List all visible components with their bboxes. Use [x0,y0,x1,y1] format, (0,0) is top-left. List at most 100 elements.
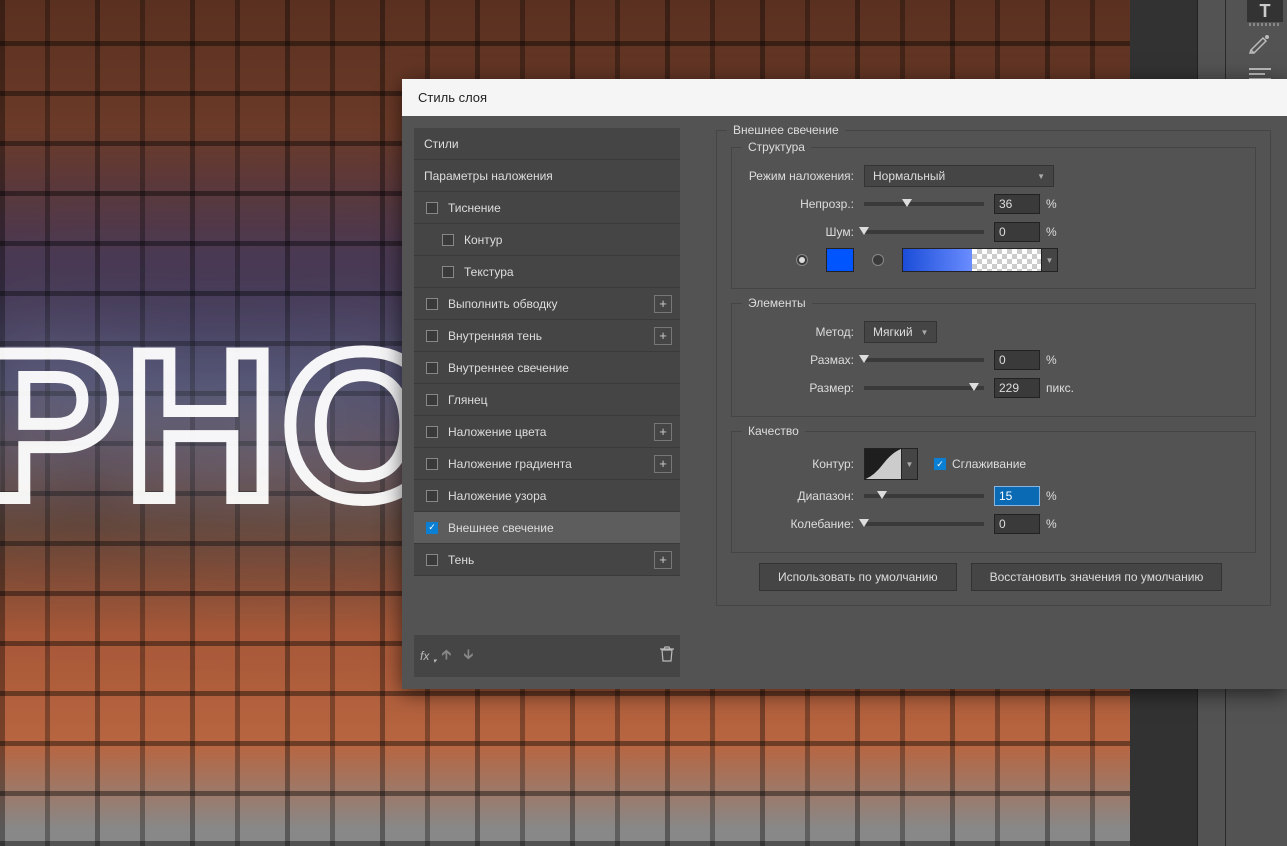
layer-style-dialog: Стиль слоя Стили Параметры наложения Тис… [402,79,1287,689]
effect-satin[interactable]: Глянец [414,384,680,416]
add-stroke-icon[interactable]: + [654,295,672,313]
spread-input[interactable] [994,350,1040,370]
effects-sidebar: Стили Параметры наложения Тиснение Конту… [402,116,692,689]
technique-label: Метод: [744,325,864,339]
type-tool-icon[interactable]: T [1247,0,1283,22]
noise-input[interactable] [994,222,1040,242]
effect-drop-shadow[interactable]: Тень + [414,544,680,576]
satin-label: Глянец [448,393,488,407]
add-dropshadow-icon[interactable]: + [654,551,672,569]
antialias-checkbox[interactable] [934,458,946,470]
delete-effect-icon[interactable] [660,646,674,667]
blendopts-label: Параметры наложения [424,169,553,183]
structure-title: Структура [742,140,811,154]
blending-options[interactable]: Параметры наложения [414,160,680,192]
add-innershadow-icon[interactable]: + [654,327,672,345]
checkbox-icon[interactable] [426,330,438,342]
size-slider[interactable] [864,386,984,390]
checkbox-icon[interactable] [442,234,454,246]
styles-header[interactable]: Стили [414,128,680,160]
checkbox-icon[interactable] [426,202,438,214]
effect-bevel[interactable]: Тиснение [414,192,680,224]
pct-label: % [1046,353,1057,367]
size-label: Размер: [744,381,864,395]
move-up-icon[interactable]: 🡱 [441,644,451,668]
glow-color-swatch[interactable] [826,248,854,272]
quality-title: Качество [742,424,805,438]
effects-footer: fx 🡱 🡳 [414,635,680,677]
contour-picker[interactable] [864,448,902,480]
make-default-button[interactable]: Использовать по умолчанию [759,563,957,591]
chevron-down-icon: ▼ [1037,172,1045,181]
antialias-label: Сглаживание [952,457,1026,471]
opacity-input[interactable] [994,194,1040,214]
jitter-input[interactable] [994,514,1040,534]
technique-dropdown[interactable]: Мягкий ▼ [864,321,937,343]
move-down-icon[interactable]: 🡳 [463,644,473,668]
innerglow-label: Внутреннее свечение [448,361,569,375]
patternoverlay-label: Наложение узора [448,489,546,503]
spread-slider[interactable] [864,358,984,362]
checkbox-icon[interactable] [426,458,438,470]
range-label: Диапазон: [744,489,864,503]
size-input[interactable] [994,378,1040,398]
px-label: пикс. [1046,381,1074,395]
noise-label: Шум: [744,225,864,239]
checkbox-icon[interactable] [426,362,438,374]
effect-inner-shadow[interactable]: Внутренняя тень+ [414,320,680,352]
reset-default-button[interactable]: Восстановить значения по умолчанию [971,563,1223,591]
gradoverlay-label: Наложение градиента [448,457,572,471]
checkbox-icon[interactable] [426,394,438,406]
opacity-label: Непрозр.: [744,197,864,211]
chevron-down-icon: ▼ [921,328,929,337]
checkbox-icon[interactable] [426,490,438,502]
noise-slider[interactable] [864,230,984,234]
add-coloroverlay-icon[interactable]: + [654,423,672,441]
checkbox-icon[interactable] [442,266,454,278]
effect-pattern-overlay[interactable]: Наложение узора [414,480,680,512]
checkbox-icon[interactable] [426,298,438,310]
gradient-dropdown[interactable]: ▼ [1042,248,1058,272]
add-gradoverlay-icon[interactable]: + [654,455,672,473]
blend-mode-label: Режим наложения: [744,169,864,183]
dialog-titlebar[interactable]: Стиль слоя [402,79,1287,116]
effect-inner-glow[interactable]: Внутреннее свечение [414,352,680,384]
chevron-down-icon: ▼ [906,460,914,469]
technique-value: Мягкий [873,325,913,339]
pct-label: % [1046,197,1057,211]
panel-drag-handle[interactable] [1249,23,1279,26]
pct-label: % [1046,517,1057,531]
coloroverlay-label: Наложение цвета [448,425,546,439]
styles-label: Стили [424,137,459,151]
effect-texture[interactable]: Текстура [414,256,680,288]
bevel-label: Тиснение [448,201,501,215]
brushes-panel-icon[interactable] [1249,34,1271,59]
effect-gradient-overlay[interactable]: Наложение градиента + [414,448,680,480]
pct-label: % [1046,225,1057,239]
range-input[interactable] [994,486,1040,506]
quality-group: Качество Контур: ▼ Сглаживание [731,431,1256,553]
structure-group: Структура Режим наложения: Нормальный▼ Н… [731,147,1256,289]
contour-dropdown[interactable]: ▼ [902,448,918,480]
opacity-slider[interactable] [864,202,984,206]
checkbox-icon[interactable] [426,554,438,566]
gradient-radio[interactable] [872,254,884,266]
effect-outer-glow[interactable]: Внешнее свечение [414,512,680,544]
effect-stroke[interactable]: Выполнить обводку+ [414,288,680,320]
range-slider[interactable] [864,494,984,498]
spread-label: Размах: [744,353,864,367]
effect-settings: Внешнее свечение Структура Режим наложен… [692,116,1287,689]
checkbox-icon[interactable] [426,426,438,438]
jitter-slider[interactable] [864,522,984,526]
effect-contour[interactable]: Контур [414,224,680,256]
checkbox-on-icon[interactable] [426,522,438,534]
dropshadow-label: Тень [448,553,474,567]
chevron-down-icon: ▼ [1046,256,1054,265]
color-radio[interactable] [796,254,808,266]
elements-group: Элементы Метод: Мягкий▼ Размах: % Размер… [731,303,1256,417]
glow-gradient-swatch[interactable] [902,248,1042,272]
fx-menu-icon[interactable]: fx [420,649,429,663]
blend-mode-dropdown[interactable]: Нормальный▼ [864,165,1054,187]
effect-color-overlay[interactable]: Наложение цвета + [414,416,680,448]
elements-title: Элементы [742,296,812,310]
